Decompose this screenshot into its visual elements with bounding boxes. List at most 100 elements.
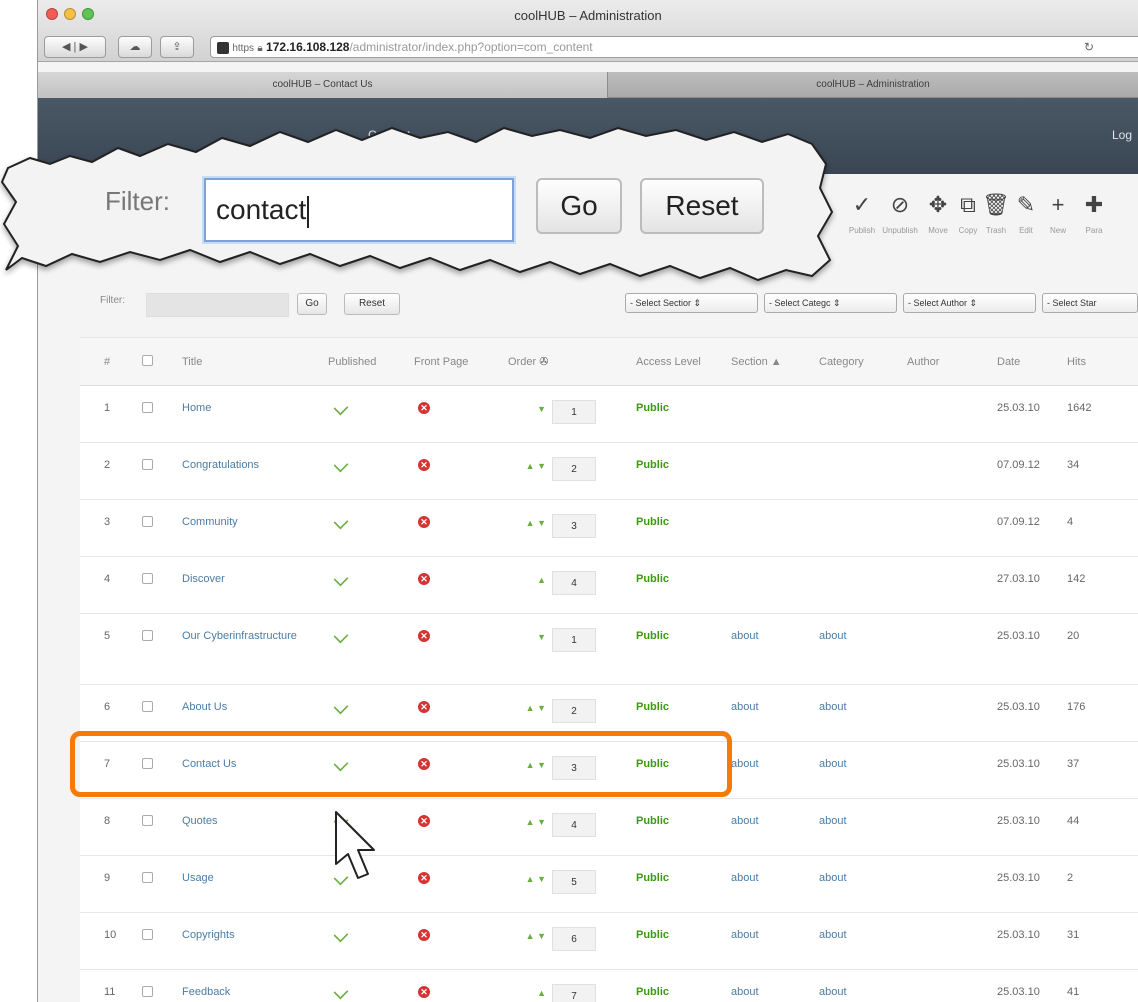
row-title-link[interactable]: Congratulations [182,442,328,500]
row-checkbox-cell[interactable] [142,613,182,685]
callout-filter-input[interactable]: contact [204,178,514,242]
row-section[interactable]: about [731,613,819,685]
row-published-cell[interactable] [328,499,414,557]
row-title-link[interactable]: Usage [182,855,328,913]
back-icon[interactable]: ◀ [62,41,70,53]
row-checkbox[interactable] [142,402,153,413]
row-category[interactable]: about [819,969,907,1002]
reload-icon[interactable]: ↻ [1084,37,1094,57]
toolbar-unpublish-button[interactable]: ⊘ Unpublish [882,190,918,235]
tab-contact-us[interactable]: coolHUB – Contact Us [38,72,608,98]
row-category[interactable]: about [819,684,907,742]
select-section[interactable]: - Select Sectior ⇕ [625,293,758,313]
row-category[interactable]: about [819,912,907,970]
move-down-icon[interactable]: ▼ [537,404,546,414]
row-access-level[interactable]: Public [636,855,731,913]
row-checkbox[interactable] [142,872,153,883]
row-published-cell[interactable] [328,556,414,614]
select-state[interactable]: - Select Star [1042,293,1138,313]
toolbar-parameters-button[interactable]: ✚ Para [1076,190,1112,235]
row-access-level[interactable]: Public [636,385,731,443]
row-published-cell[interactable] [328,969,414,1002]
row-section[interactable] [731,442,819,500]
row-category[interactable] [819,385,907,443]
row-published-cell[interactable] [328,912,414,970]
row-checkbox[interactable] [142,516,153,527]
row-title-link[interactable]: Discover [182,556,328,614]
row-checkbox-cell[interactable] [142,556,182,614]
move-up-icon[interactable]: ▲ [526,931,535,941]
row-checkbox-cell[interactable] [142,912,182,970]
order-input[interactable]: 2 [552,699,596,723]
not-featured-x-icon[interactable]: ✕ [418,459,430,471]
published-check-icon[interactable] [333,699,349,715]
not-featured-x-icon[interactable]: ✕ [418,929,430,941]
filter-input[interactable] [146,293,289,317]
row-checkbox-cell[interactable] [142,798,182,856]
row-front-page-cell[interactable]: ✕ [414,442,508,500]
toolbar-publish-button[interactable]: ✓ Publish [844,190,880,235]
move-down-icon[interactable]: ▼ [537,817,546,827]
col-author[interactable]: Author [907,337,997,386]
move-down-icon[interactable]: ▼ [537,703,546,713]
row-section[interactable] [731,385,819,443]
row-category[interactable] [819,442,907,500]
not-featured-x-icon[interactable]: ✕ [418,402,430,414]
published-check-icon[interactable] [333,400,349,416]
row-checkbox[interactable] [142,815,153,826]
callout-reset-button[interactable]: Reset [640,178,764,234]
published-check-icon[interactable] [333,927,349,943]
move-up-icon[interactable]: ▲ [537,988,546,998]
move-up-icon[interactable]: ▲ [526,874,535,884]
row-front-page-cell[interactable]: ✕ [414,969,508,1002]
row-checkbox[interactable] [142,573,153,584]
col-access-level[interactable]: Access Level [636,337,731,386]
row-access-level[interactable]: Public [636,613,731,685]
row-access-level[interactable]: Public [636,798,731,856]
published-check-icon[interactable] [333,984,349,1000]
row-published-cell[interactable] [328,442,414,500]
move-up-icon[interactable]: ▲ [526,518,535,528]
row-category[interactable] [819,556,907,614]
row-checkbox-cell[interactable] [142,499,182,557]
row-access-level[interactable]: Public [636,499,731,557]
col-check-all[interactable] [142,337,182,386]
order-input[interactable]: 1 [552,628,596,652]
move-down-icon[interactable]: ▼ [537,874,546,884]
col-category[interactable]: Category [819,337,907,386]
row-published-cell[interactable] [328,385,414,443]
col-title[interactable]: Title [182,337,328,386]
order-input[interactable]: 4 [552,813,596,837]
move-down-icon[interactable]: ▼ [537,931,546,941]
row-access-level[interactable]: Public [636,912,731,970]
published-check-icon[interactable] [333,628,349,644]
row-section[interactable]: about [731,969,819,1002]
row-checkbox-cell[interactable] [142,969,182,1002]
row-category[interactable] [819,499,907,557]
filter-go-button[interactable]: Go [297,293,327,315]
row-front-page-cell[interactable]: ✕ [414,499,508,557]
order-input[interactable]: 7 [552,984,596,1002]
row-front-page-cell[interactable]: ✕ [414,613,508,685]
col-order[interactable]: Order ✇ [508,337,636,386]
row-section[interactable]: about [731,912,819,970]
row-checkbox[interactable] [142,701,153,712]
move-down-icon[interactable]: ▼ [537,518,546,528]
logout-link[interactable]: Log [1112,128,1132,142]
not-featured-x-icon[interactable]: ✕ [418,630,430,642]
row-section[interactable]: about [731,741,819,799]
address-bar[interactable]: https 🔒︎ 172.16.108.128/administrator/in… [210,36,1138,58]
move-up-icon[interactable]: ▲ [526,817,535,827]
row-access-level[interactable]: Public [636,442,731,500]
row-front-page-cell[interactable]: ✕ [414,855,508,913]
not-featured-x-icon[interactable]: ✕ [418,815,430,827]
order-input[interactable]: 1 [552,400,596,424]
row-front-page-cell[interactable]: ✕ [414,798,508,856]
row-section[interactable]: about [731,684,819,742]
toolbar-new-button[interactable]: + New [1040,190,1076,235]
tab-administration[interactable]: coolHUB – Administration [608,72,1138,98]
row-checkbox-cell[interactable] [142,442,182,500]
move-up-icon[interactable]: ▲ [526,703,535,713]
row-published-cell[interactable] [328,613,414,685]
row-front-page-cell[interactable]: ✕ [414,912,508,970]
